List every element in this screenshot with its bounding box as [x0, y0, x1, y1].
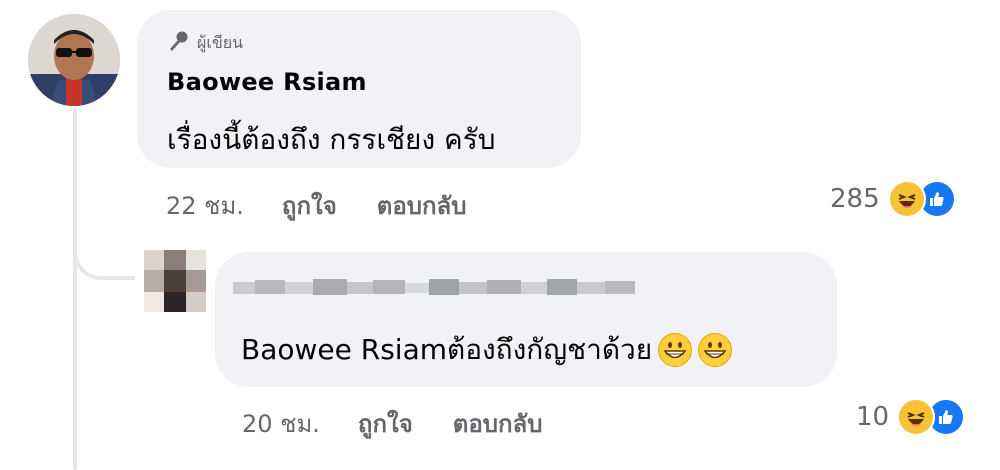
reaction-summary[interactable]: 285: [830, 180, 956, 218]
comment-text: เรื่องนี้ต้องถึง กรรเชียง ครับ: [167, 123, 496, 156]
reply-author-name-redacted[interactable]: [233, 274, 635, 300]
like-button[interactable]: ถูกใจ: [282, 186, 337, 225]
comment-bubble: ผู้เขียน Baowee Rsiam เรื่องนี้ต้องถึง ก…: [137, 10, 581, 168]
reply-actions: 20 ชม. ถูกใจ ตอบกลับ: [242, 404, 582, 443]
haha-icon: [897, 398, 936, 436]
haha-icon: [887, 180, 926, 218]
grinning-face-icon: [658, 333, 693, 367]
reply-timestamp[interactable]: 20 ชม.: [242, 404, 320, 443]
reply-connector-line: [73, 180, 135, 280]
reaction-count: 285: [830, 184, 880, 214]
reply-text: Baowee Rsiamต้องถึงกัญชาด้วย: [241, 333, 653, 366]
author-name[interactable]: Baowee Rsiam: [167, 68, 367, 96]
reply-reply-button[interactable]: ตอบกลับ: [453, 404, 543, 443]
reply-text-row: Baowee Rsiamต้องถึงกัญชาด้วย: [241, 328, 733, 372]
author-avatar[interactable]: [28, 14, 120, 106]
author-badge-label: ผู้เขียน: [197, 32, 244, 52]
thread-line: [73, 108, 77, 470]
comment-timestamp[interactable]: 22 ชม.: [166, 186, 244, 225]
reply-button[interactable]: ตอบกลับ: [377, 186, 467, 225]
reply-reaction-summary[interactable]: 10: [856, 398, 966, 436]
author-badge: ผู้เขียน: [167, 30, 243, 56]
reply-bubble: Baowee Rsiamต้องถึงกัญชาด้วย: [215, 252, 837, 387]
comment-actions: 22 ชม. ถูกใจ ตอบกลับ: [166, 186, 506, 225]
reply-like-button[interactable]: ถูกใจ: [358, 404, 413, 443]
grinning-face-icon: [698, 333, 733, 367]
reply-author-avatar[interactable]: [144, 250, 206, 312]
reply-reaction-count: 10: [856, 402, 890, 432]
microphone-icon: [167, 30, 189, 56]
